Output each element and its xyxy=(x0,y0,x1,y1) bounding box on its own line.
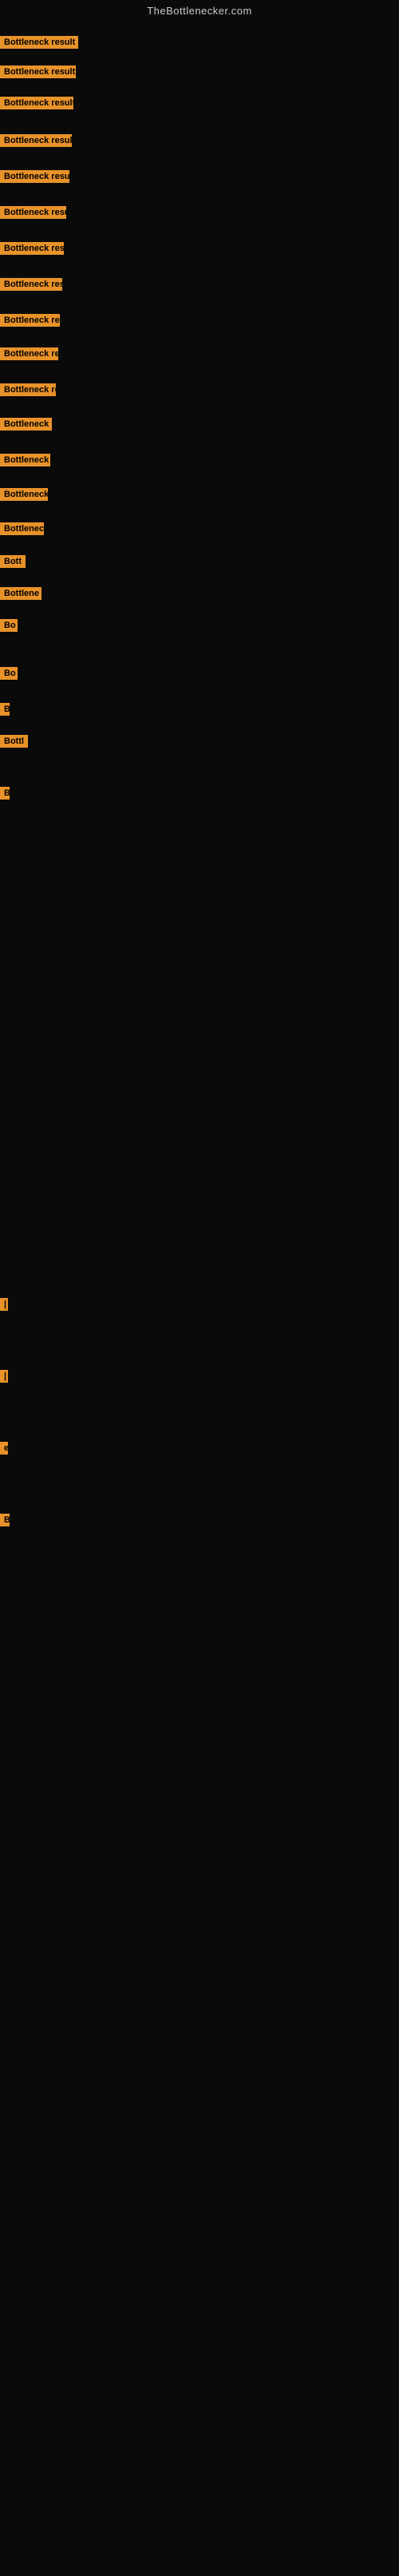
bottleneck-badge-row: Bottleneck resu xyxy=(0,347,58,364)
bottleneck-badge[interactable]: Bottleneck result xyxy=(0,97,73,109)
bottleneck-badge-row: Bottleneck re xyxy=(0,454,50,470)
site-title: TheBottlenecker.com xyxy=(0,0,399,20)
bottleneck-badge-row: Bottlenec xyxy=(0,522,44,539)
bottleneck-badge-row: Bottleneck result xyxy=(0,97,73,113)
bottleneck-badge-row: Bo xyxy=(0,619,18,636)
bottleneck-badge[interactable]: Bottleneck re xyxy=(0,418,52,431)
bottleneck-badge-row: Bottleneck resu xyxy=(0,206,66,223)
bottleneck-badge-row: | xyxy=(0,1370,8,1387)
bottleneck-badge[interactable]: Bottleneck result xyxy=(0,170,69,183)
bottleneck-badge-row: Bottl xyxy=(0,735,28,752)
bottleneck-badge-row: Bottleneck resu xyxy=(0,242,64,259)
bottleneck-badge[interactable]: Bottleneck re xyxy=(0,454,50,466)
bottleneck-badge[interactable]: Bottl xyxy=(0,735,28,748)
bottleneck-badge[interactable]: Bottleneck re xyxy=(0,488,48,501)
bottleneck-badge[interactable]: Bottlene xyxy=(0,587,41,600)
bottleneck-badge[interactable]: Bott xyxy=(0,555,26,568)
bottleneck-badge-row: B xyxy=(0,1514,10,1530)
bottleneck-badge-row: Bottleneck re xyxy=(0,488,48,505)
bottleneck-badge[interactable]: Bottleneck result xyxy=(0,36,78,49)
bottleneck-badge-row: Bo xyxy=(0,667,18,684)
bottleneck-badge[interactable]: Bo xyxy=(0,619,18,632)
bottleneck-badge[interactable]: Bottleneck result xyxy=(0,65,76,78)
bottleneck-badge[interactable]: Bottleneck resu xyxy=(0,242,64,255)
bottleneck-badge[interactable]: Bottlenec xyxy=(0,522,44,535)
bottleneck-badge[interactable]: B xyxy=(0,703,10,716)
bottleneck-badge[interactable]: | xyxy=(0,1370,8,1383)
bottleneck-badge[interactable]: e xyxy=(0,1442,8,1455)
bottleneck-badge-row: e xyxy=(0,1442,8,1459)
bottleneck-badge-row: Bottleneck result xyxy=(0,65,76,82)
bottleneck-badge[interactable]: Bottleneck resu xyxy=(0,347,58,360)
bottleneck-badge-row: Bottleneck re xyxy=(0,418,52,435)
bottleneck-badge[interactable]: Bottleneck res xyxy=(0,383,56,396)
bottleneck-badge-row: Bott xyxy=(0,555,26,572)
bottleneck-badge-row: B xyxy=(0,703,10,720)
bottleneck-badge-row: Bottlene xyxy=(0,587,41,604)
bottleneck-badge-row: Bottleneck result xyxy=(0,170,69,187)
bottleneck-badge-row: Bottleneck res xyxy=(0,383,56,400)
bottleneck-badge-row: | xyxy=(0,1298,8,1315)
bottleneck-badge-row: Bottleneck resu xyxy=(0,314,60,331)
bottleneck-badge[interactable]: B xyxy=(0,787,10,800)
bottleneck-badge-row: Bottleneck resu xyxy=(0,278,62,295)
bottleneck-badge[interactable]: B xyxy=(0,1514,10,1526)
bottleneck-badge[interactable]: Bo xyxy=(0,667,18,680)
bottleneck-badge[interactable]: Bottleneck resu xyxy=(0,314,60,327)
bottleneck-badge-row: Bottleneck result xyxy=(0,36,78,53)
bottleneck-badge[interactable]: | xyxy=(0,1298,8,1311)
bottleneck-badge-row: Bottleneck result xyxy=(0,134,72,151)
bottleneck-badge[interactable]: Bottleneck resu xyxy=(0,278,62,291)
bottleneck-badge-row: B xyxy=(0,787,10,804)
bottleneck-badge[interactable]: Bottleneck result xyxy=(0,134,72,147)
bottleneck-badge[interactable]: Bottleneck resu xyxy=(0,206,66,219)
